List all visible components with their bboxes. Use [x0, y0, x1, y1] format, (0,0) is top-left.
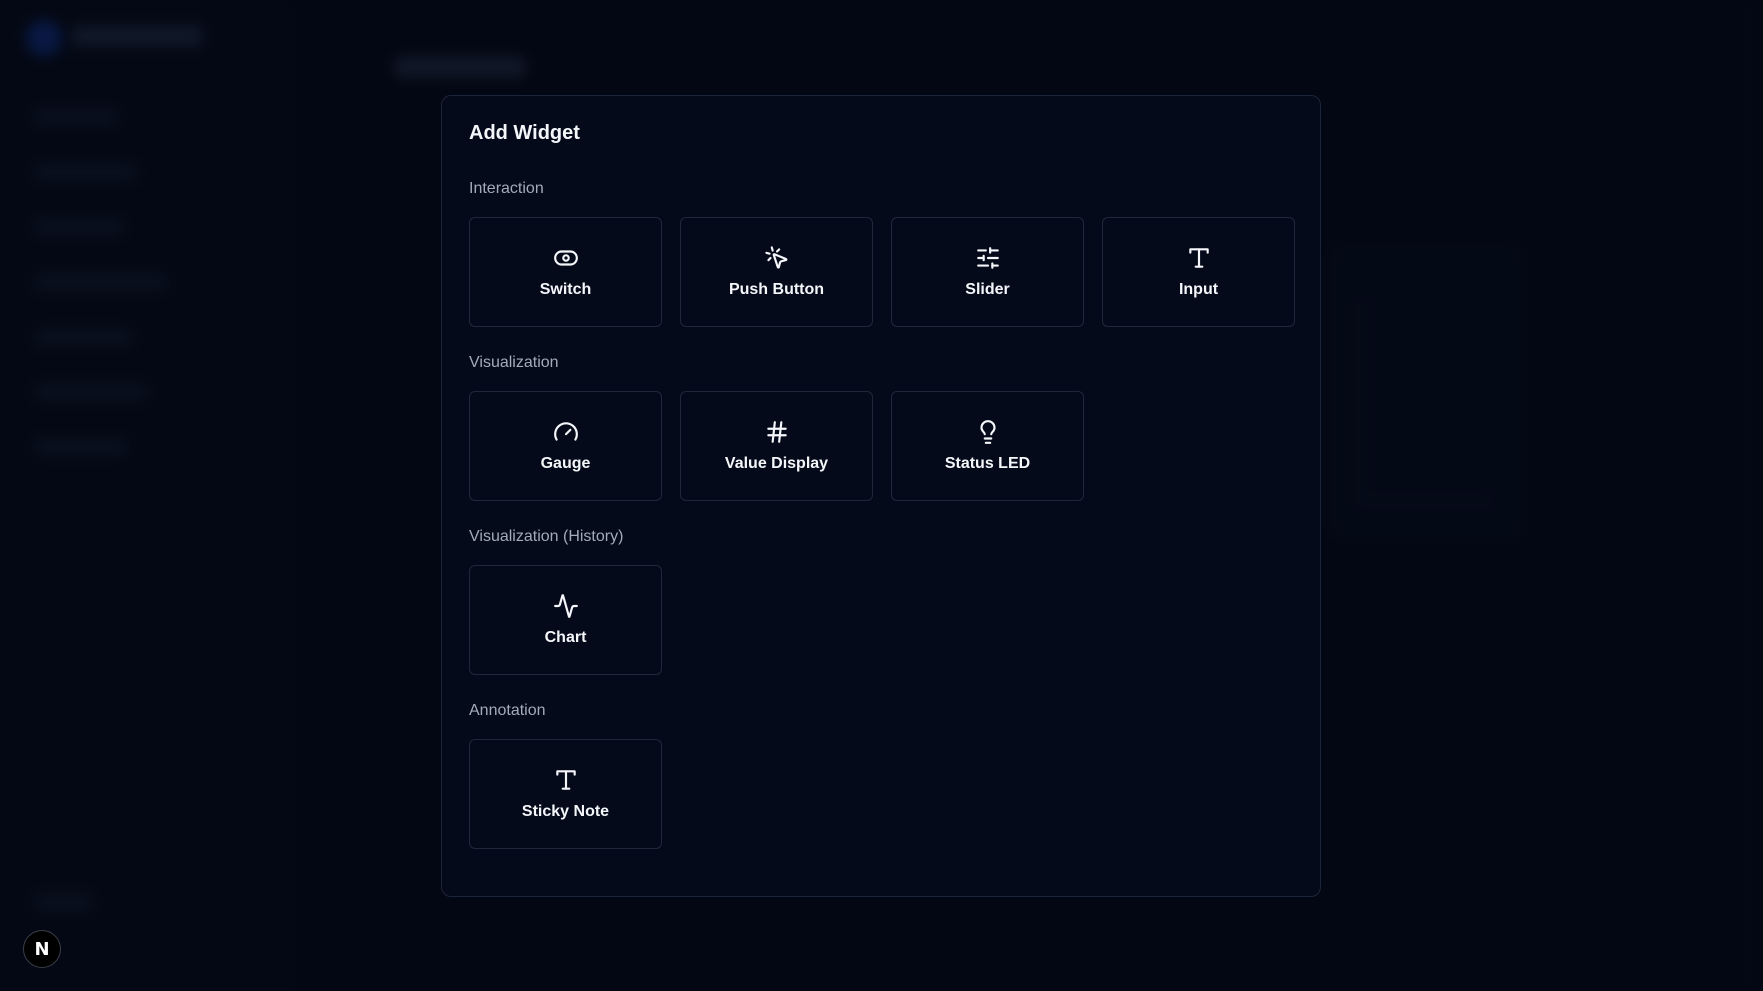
activity-icon [553, 593, 579, 619]
widget-tile-label: Gauge [540, 455, 591, 472]
widget-tile-switch[interactable]: Switch [469, 217, 662, 327]
hash-icon [764, 419, 790, 445]
text-icon [1186, 245, 1212, 271]
dev-tools-badge-letter: N [34, 938, 50, 960]
section-label-annotation: Annotation [469, 702, 546, 719]
add-widget-dialog: Add Widget Interaction Switch Push Butto… [441, 95, 1321, 897]
sliders-icon [975, 245, 1001, 271]
widget-tile-value-display[interactable]: Value Display [680, 391, 873, 501]
widget-tile-sticky-note[interactable]: Sticky Note [469, 739, 662, 849]
widget-tile-label: Chart [544, 629, 587, 646]
widget-tile-label: Status LED [944, 455, 1031, 472]
widget-tile-gauge[interactable]: Gauge [469, 391, 662, 501]
widget-tile-label: Switch [539, 281, 592, 298]
widget-tile-status-led[interactable]: Status LED [891, 391, 1084, 501]
toggle-icon [553, 245, 579, 271]
widget-tile-label: Sticky Note [521, 803, 610, 820]
widget-tile-label: Value Display [724, 455, 829, 472]
widget-tile-push-button[interactable]: Push Button [680, 217, 873, 327]
section-label-visualization-history: Visualization (History) [469, 528, 624, 545]
app-page: N Add Widget Interaction Switch Push But… [0, 0, 1763, 991]
widget-tile-chart[interactable]: Chart [469, 565, 662, 675]
gauge-icon [553, 419, 579, 445]
widget-tile-label: Push Button [728, 281, 825, 298]
text-icon [553, 767, 579, 793]
section-label-visualization: Visualization [469, 354, 559, 371]
widget-tile-input[interactable]: Input [1102, 217, 1295, 327]
dev-tools-badge[interactable]: N [23, 930, 61, 968]
lightbulb-icon [975, 419, 1001, 445]
widget-tile-label: Input [1178, 281, 1219, 298]
section-label-interaction: Interaction [469, 180, 544, 197]
widget-tile-slider[interactable]: Slider [891, 217, 1084, 327]
pointer-click-icon [764, 245, 790, 271]
dialog-title: Add Widget [469, 122, 580, 144]
widget-tile-label: Slider [965, 281, 1010, 298]
